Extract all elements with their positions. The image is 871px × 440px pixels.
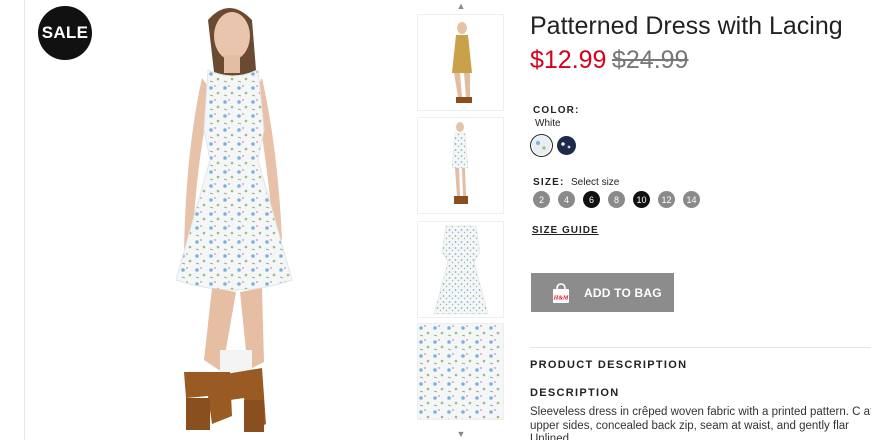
size-selector-label: SIZE: Select size	[533, 172, 619, 190]
product-info-panel: Patterned Dress with Lacing $12.99 $24.9…	[530, 0, 871, 440]
color-label: COLOR:	[533, 105, 580, 116]
thumbnail-2[interactable]	[418, 118, 503, 213]
floral-dress-thumb	[451, 122, 469, 204]
original-price: $24.99	[612, 46, 689, 74]
chevron-up-icon[interactable]: ▲	[454, 0, 468, 12]
selected-color-value: White	[535, 118, 561, 129]
product-description-heading: PRODUCT DESCRIPTION	[530, 359, 688, 371]
sale-badge: SALE	[38, 6, 92, 60]
size-option-2[interactable]: 2	[533, 191, 550, 208]
main-product-image[interactable]: SALE	[26, 0, 396, 440]
flatlay-dress-thumb	[433, 225, 489, 315]
size-option-8[interactable]: 8	[608, 191, 625, 208]
product-title: Patterned Dress with Lacing	[530, 12, 843, 40]
chevron-down-icon[interactable]: ▼	[454, 428, 468, 440]
left-divider	[24, 0, 25, 440]
size-option-6[interactable]: 6	[583, 191, 600, 208]
thumbnail-1[interactable]	[418, 15, 503, 110]
add-to-bag-button[interactable]: H&M ADD TO BAG	[531, 273, 674, 312]
fabric-detail-thumb	[418, 324, 503, 419]
swatch-white-floral[interactable]	[532, 136, 551, 155]
white-floral-swatch-icon	[532, 136, 551, 155]
thumbnail-3[interactable]	[418, 222, 503, 317]
navy-floral-swatch-icon	[557, 136, 576, 155]
model-photo	[175, 8, 293, 432]
swatch-navy-floral[interactable]	[557, 136, 576, 155]
description-heading: DESCRIPTION	[530, 387, 620, 399]
shopping-bag-icon: H&M	[553, 282, 569, 303]
size-hint: Select size	[571, 177, 620, 188]
size-guide-link[interactable]: SIZE GUIDE	[532, 225, 599, 236]
mustard-dress-thumb	[452, 22, 472, 103]
size-option-12[interactable]: 12	[658, 191, 675, 208]
size-option-4[interactable]: 4	[558, 191, 575, 208]
thumbnail-4[interactable]	[418, 324, 503, 419]
description-text: Sleeveless dress in crêped woven fabric …	[530, 406, 871, 440]
size-option-14[interactable]: 14	[683, 191, 700, 208]
section-divider	[530, 347, 871, 348]
add-to-bag-label: ADD TO BAG	[584, 285, 662, 300]
thumbnail-strip: ▲ ▼	[414, 0, 506, 440]
size-label: SIZE:	[533, 177, 565, 188]
size-option-10[interactable]: 10	[633, 191, 650, 208]
bag-logo: H&M	[553, 295, 569, 301]
sale-price: $12.99	[530, 46, 607, 74]
